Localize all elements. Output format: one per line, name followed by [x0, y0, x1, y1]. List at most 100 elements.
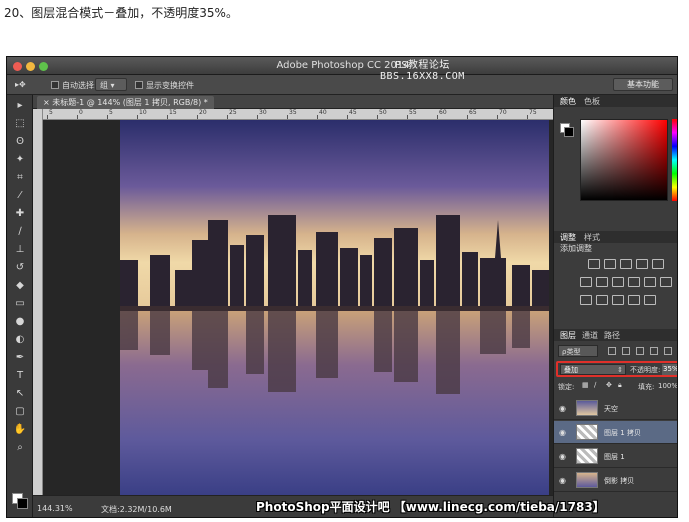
ruler-label: 55	[409, 109, 417, 116]
blend-mode-dropdown[interactable]: 叠加 ⇕	[560, 364, 626, 375]
hand-tool-icon[interactable]: ✋	[12, 423, 28, 437]
panel-background-swatch[interactable]	[564, 127, 574, 137]
workspace-button[interactable]: 基本功能	[613, 78, 673, 91]
vertical-ruler[interactable]	[33, 109, 43, 495]
layer-row[interactable]: ◉ 天空	[554, 397, 677, 420]
dodge-tool-icon[interactable]: ◐	[12, 333, 28, 347]
zoom-tool-icon[interactable]: ⌕	[12, 441, 28, 455]
smart-object-filter-icon[interactable]	[664, 347, 672, 355]
color-balance-icon[interactable]	[596, 277, 608, 287]
document-tab-label: 未标题-1 @ 144% (图层 1 拷贝, RGB/8) *	[52, 98, 208, 107]
lock-position-icon[interactable]: ✥	[606, 381, 612, 389]
ruler-tick	[347, 115, 348, 119]
curves-icon[interactable]	[620, 259, 632, 269]
adjust-panel-tabs: 调整 样式	[554, 231, 677, 243]
hue-saturation-icon[interactable]	[580, 277, 592, 287]
brush-tool-icon[interactable]: ∕	[12, 225, 28, 239]
gradient-tool-icon[interactable]: ▭	[12, 297, 28, 311]
invert-icon[interactable]	[580, 295, 592, 305]
layer-row[interactable]: ◉ 倒影 拷贝	[554, 469, 677, 492]
auto-select-label: 自动选择:	[62, 81, 97, 90]
auto-select-checkbox[interactable]: 自动选择:	[51, 80, 97, 91]
visibility-eye-icon[interactable]: ◉	[559, 476, 566, 485]
zoom-level[interactable]: 144.31%	[37, 504, 73, 513]
top-watermark: PS教程论坛 BBS.16XX8.COM	[380, 60, 465, 82]
visibility-eye-icon[interactable]: ◉	[559, 428, 566, 437]
layer-thumbnail	[576, 472, 598, 488]
visibility-eye-icon[interactable]: ◉	[559, 404, 566, 413]
show-transform-checkbox[interactable]: 显示变换控件	[135, 80, 194, 91]
ruler-label: 15	[169, 109, 177, 116]
ruler-tick	[467, 115, 468, 119]
pen-tool-icon[interactable]: ✒	[12, 351, 28, 365]
layer-row[interactable]: ◉ 图层 1 拷贝	[554, 421, 677, 444]
horizontal-ruler[interactable]: 5 0 5 10 15 20 25 30 35 40 45 50 55 60 65 70 75	[43, 109, 553, 120]
fill-label: 填充:	[638, 383, 655, 391]
adjustment-filter-icon[interactable]	[622, 347, 630, 355]
layer-kind-filter[interactable]: ρ类型	[558, 345, 598, 357]
blur-tool-icon[interactable]: ●	[12, 315, 28, 329]
brightness-icon[interactable]	[588, 259, 600, 269]
ruler-tick	[47, 115, 48, 119]
move-tool-icon[interactable]: ▸	[12, 99, 28, 113]
background-color-swatch[interactable]	[17, 498, 28, 509]
city-reflection-photo[interactable]	[120, 120, 549, 495]
color-picker-field[interactable]	[580, 119, 668, 201]
shape-tool-icon[interactable]: ▢	[12, 405, 28, 419]
layer-name: 倒影 拷贝	[604, 477, 635, 485]
magic-wand-tool-icon[interactable]: ✦	[12, 153, 28, 167]
tab-layers[interactable]: 图层	[560, 330, 576, 341]
healing-brush-tool-icon[interactable]: ✚	[12, 207, 28, 221]
gradient-map-icon[interactable]	[628, 295, 640, 305]
posterize-icon[interactable]	[596, 295, 608, 305]
move-tool-icon[interactable]: ▸✥	[15, 80, 26, 89]
document-tab[interactable]: × 未标题-1 @ 144% (图层 1 拷贝, RGB/8) *	[37, 96, 214, 109]
type-tool-icon[interactable]: T	[12, 369, 28, 383]
selective-color-icon[interactable]	[644, 295, 656, 305]
type-filter-icon[interactable]	[636, 347, 644, 355]
ruler-tick	[437, 115, 438, 119]
hue-slider[interactable]	[672, 119, 677, 201]
color-lookup-icon[interactable]	[660, 277, 672, 287]
ruler-tick	[197, 115, 198, 119]
photo-filter-icon[interactable]	[628, 277, 640, 287]
lock-all-icon[interactable]: 🔒︎	[618, 381, 622, 390]
tab-styles[interactable]: 样式	[584, 232, 600, 243]
ruler-label: 50	[379, 109, 387, 116]
layer-row[interactable]: ◉ 图层 1	[554, 445, 677, 468]
lock-pixels-icon[interactable]: ∕	[594, 381, 596, 389]
crop-tool-icon[interactable]: ⌗	[12, 171, 28, 185]
history-brush-tool-icon[interactable]: ↺	[12, 261, 28, 275]
path-selection-tool-icon[interactable]: ↖	[12, 387, 28, 401]
document-size: 文档:2.32M/10.6M	[101, 505, 172, 514]
tab-paths[interactable]: 路径	[604, 330, 620, 341]
vibrance-icon[interactable]	[652, 259, 664, 269]
layers-panel-tabs: 图层 通道 路径	[554, 329, 677, 341]
exposure-icon[interactable]	[636, 259, 648, 269]
tab-adjustments[interactable]: 调整	[560, 232, 576, 243]
black-white-icon[interactable]	[612, 277, 624, 287]
threshold-icon[interactable]	[612, 295, 624, 305]
channel-mixer-icon[interactable]	[644, 277, 656, 287]
tab-swatches[interactable]: 色板	[584, 96, 600, 107]
lock-transparency-icon[interactable]: ▦	[582, 381, 589, 389]
eraser-tool-icon[interactable]: ◆	[12, 279, 28, 293]
lasso-tool-icon[interactable]: ʘ	[12, 135, 28, 149]
ruler-label: 30	[259, 109, 267, 116]
eyedropper-tool-icon[interactable]: ⁄	[12, 189, 28, 203]
marquee-tool-icon[interactable]: ⬚	[12, 117, 28, 131]
fill-input[interactable]: 100%	[658, 382, 677, 390]
stamp-tool-icon[interactable]: ⊥	[12, 243, 28, 257]
auto-select-dropdown[interactable]: 组 ▾	[95, 78, 127, 91]
tab-channels[interactable]: 通道	[582, 330, 598, 341]
tab-color[interactable]: 颜色	[560, 96, 576, 107]
opacity-input[interactable]: 35%	[662, 364, 677, 375]
visibility-eye-icon[interactable]: ◉	[559, 452, 566, 461]
ruler-label: 20	[199, 109, 207, 116]
levels-icon[interactable]	[604, 259, 616, 269]
canvas-area[interactable]	[43, 120, 553, 495]
show-transform-label: 显示变换控件	[146, 81, 194, 90]
pixel-filter-icon[interactable]	[608, 347, 616, 355]
shape-filter-icon[interactable]	[650, 347, 658, 355]
tutorial-caption: 20、图层混合模式－叠加，不透明度35%。	[4, 6, 238, 20]
